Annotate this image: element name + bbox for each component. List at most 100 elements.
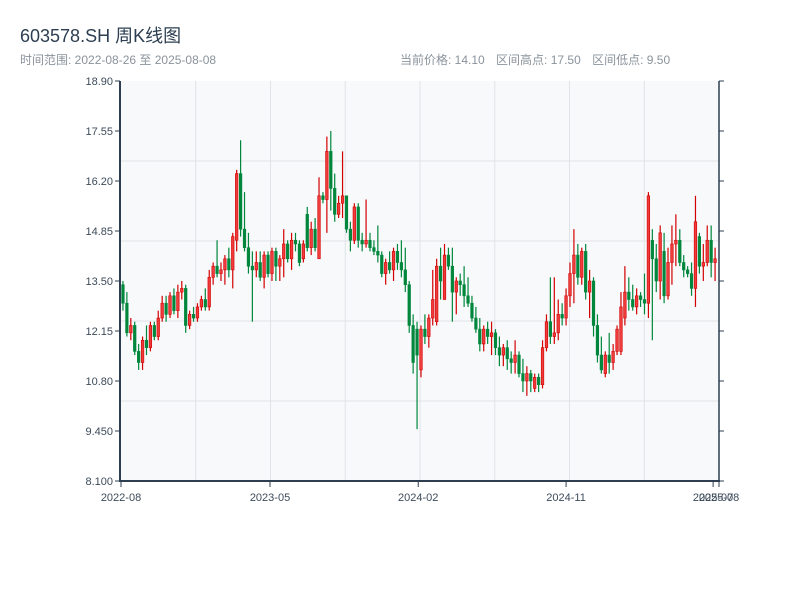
y-tick-label: 16.20 [85,176,113,188]
candle-body-up [674,239,678,245]
candle-body-down [184,288,188,326]
candle-body-up [199,299,203,308]
candle-body-down [191,314,196,319]
candle-body-down [662,251,666,297]
candle-body-down [411,325,415,363]
candle-body-down [560,314,564,319]
candle-body-up [309,228,313,248]
candle-body-down [266,254,270,274]
candle-body-up [580,251,584,278]
candle-body-down [599,354,603,371]
candle-body-down [333,188,337,215]
candle-body-up [176,291,180,311]
candle-body-down [360,239,364,245]
candle-body-up [568,273,572,297]
candle-body-up [188,314,192,326]
candle-body-up [544,321,549,348]
candle-body-up [501,347,505,356]
candle-body-up [254,262,258,271]
candle-body-down [407,284,411,326]
candle-body-up [384,262,388,274]
candle-body-down [505,347,509,360]
candle-body-down [297,243,302,263]
candle-body-down [399,262,403,271]
candle-body-up [340,195,345,204]
candle-body-down [509,358,513,363]
candle-body-down [356,206,360,241]
x-tick-label: 2023-05 [250,492,290,504]
candle-body-down [517,354,521,374]
candle-body-down [227,258,231,271]
candle-body-down [642,299,647,304]
candle-body-up [282,243,286,260]
candle-body-down [125,302,129,334]
candle-body-up [207,276,211,308]
candle-body-down [686,269,690,274]
candle-body-up [223,258,227,271]
candle-body-down [548,321,552,337]
candle-body-up [658,232,662,282]
candle-body-up [156,317,160,337]
candle-body-down [293,239,298,245]
candle-body-down [638,295,643,300]
candle-body-up [705,239,709,263]
y-tick-label: 8.100 [85,476,113,488]
candlestick-chart: 8.100 9.450 10.80 12.15 13.50 14.85 16.20 17.55… [85,76,739,504]
candle-body-down [258,262,262,278]
candle-body-down [388,262,392,271]
candle-body-down [709,239,713,263]
candle-body-up [160,302,164,319]
candle-body-down [497,347,502,356]
candle-body-down [584,251,588,293]
candle-body-down [121,284,125,304]
candle-body-down [242,228,247,248]
candle-body-up [666,262,670,297]
candle-body-down [172,295,176,311]
candle-body-up [180,288,184,293]
candle-body-down [137,351,141,363]
candle-body-up [278,258,282,267]
candle-body-down [462,284,466,297]
candle-body-up [231,236,235,271]
candle-body-up [701,262,705,267]
candle-body-down [329,151,333,189]
candle-body-up [352,206,356,241]
candle-body-down [215,265,219,274]
candle-body-down [521,373,525,382]
candle-body-up [693,221,698,289]
candle-body-down [607,354,611,363]
candle-body-down [470,302,474,319]
candle-body-down [403,269,407,286]
candle-body-down [423,328,427,337]
candle-body-down [152,325,156,337]
candle-body-up [646,195,651,304]
candle-body-up [556,314,560,334]
candle-body-up [611,351,615,363]
candle-body-up [670,243,674,263]
candle-body-down [144,339,149,348]
candle-body-up [619,306,623,352]
candle-body-down [286,243,290,260]
candle-body-down [250,265,254,271]
candle-body-down [305,214,309,248]
candle-body-down [654,258,658,282]
candle-body-up [195,306,200,319]
candle-body-down [438,265,443,282]
y-tick-label: 14.85 [85,226,113,238]
candle-body-down [246,247,251,267]
candle-body-down [678,239,682,263]
candle-body-up [603,354,607,374]
candle-body-up [391,251,396,271]
x-tick-label: 2024-11 [546,492,586,504]
candle-body-up [270,251,274,274]
candle-body-up [435,265,439,323]
candle-body-up [419,328,423,371]
candle-body-down [466,295,470,304]
candle-body-down [474,317,478,330]
candle-body-down [576,254,580,278]
candle-body-up [442,254,447,300]
candle-body-up [552,332,556,337]
x-tick-label: 2025-08 [699,492,739,504]
candle-body-up [427,317,431,337]
y-tick-label: 17.55 [85,126,113,138]
